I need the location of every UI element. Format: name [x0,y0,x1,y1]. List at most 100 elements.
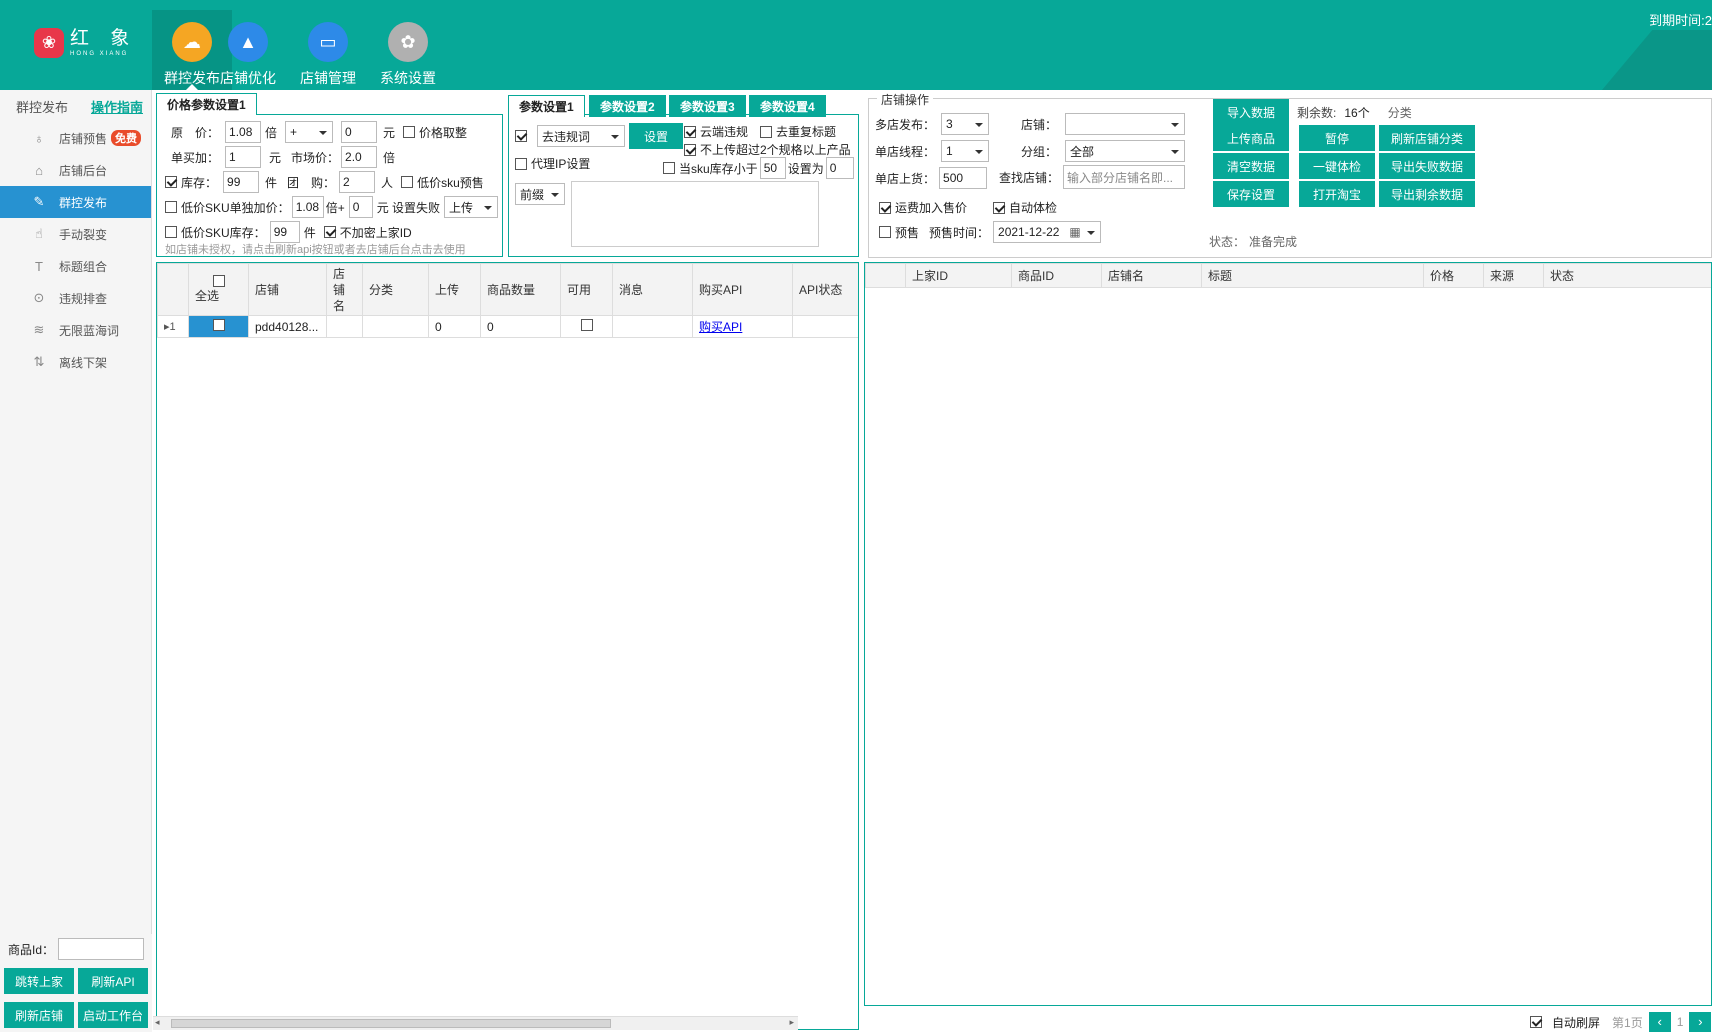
dedupe-title-checkbox[interactable] [760,125,773,138]
remove-words-checkbox[interactable] [515,130,527,142]
skip-multi-sku-checkbox[interactable] [684,143,696,156]
refresh-shop-button[interactable]: 刷新店铺 [4,1002,74,1028]
auto-check-checkbox[interactable] [993,201,1006,214]
refresh-api-button[interactable]: 刷新API [78,968,148,994]
clear-data-button[interactable]: 清空数据 [1213,153,1289,179]
single-upload-input[interactable]: 500 [939,167,988,189]
column-header-buy-api[interactable]: 购买API [692,263,793,316]
import-data-button[interactable]: 导入数据 [1213,99,1289,125]
export-fail-button[interactable]: 导出失败数据 [1379,153,1475,179]
row-checkbox[interactable] [212,319,225,331]
nav-shop-optimize[interactable]: ▲ 店铺优化 [208,10,288,90]
sidebar-item-offline[interactable]: ⇅ 离线下架 [0,346,151,378]
available-checkbox[interactable] [580,319,593,331]
column-header-upload[interactable]: 上传 [428,263,481,316]
presale-checkbox[interactable] [879,226,891,238]
low-sku-price-checkbox[interactable] [165,201,177,213]
column-header-title[interactable]: 标题 [1201,263,1424,288]
proxy-ip-checkbox[interactable] [515,157,527,170]
sidebar-item-presale[interactable]: ♁ 店铺预售 免费 [0,122,151,154]
column-header-category[interactable]: 分类 [362,263,429,316]
column-header-status[interactable]: 状态 [1543,263,1711,288]
round-price-checkbox[interactable] [403,126,416,138]
multi-publish-select[interactable]: 3 [941,113,990,135]
upload-goods-button[interactable]: 上传商品 [1213,125,1289,151]
next-page-button[interactable]: › [1689,1012,1712,1032]
low-sku-stock-checkbox[interactable] [165,226,177,238]
product-id-input[interactable] [58,938,144,960]
sidebar-item-store-backend[interactable]: ⌂ 店铺后台 [0,154,151,186]
low-sku-add-input[interactable]: 0 [348,196,373,218]
thread-select[interactable]: 1 [941,140,990,162]
buy-api-link[interactable]: 购买API [699,320,742,334]
tab-param-1[interactable]: 参数设置1 [508,95,585,117]
column-header-shop[interactable]: 店铺 [248,263,327,316]
sidebar-item-manual-split[interactable]: ☝ 手动裂变 [0,218,151,250]
column-header-goods-count[interactable]: 商品数量 [480,263,561,316]
remove-words-select[interactable]: 去违规词 [537,125,625,147]
sku-stock-min-input[interactable]: 50 [759,157,786,179]
set-button[interactable]: 设置 [629,123,683,149]
presale-date-picker[interactable]: 2021-12-22 ▦ [993,221,1102,243]
sidebar-item-title-combo[interactable]: T 标题组合 [0,250,151,282]
tab-price-params-1[interactable]: 价格参数设置1 [156,93,257,115]
tab-param-4[interactable]: 参数设置4 [749,95,826,117]
jump-upstream-button[interactable]: 跳转上家 [4,968,74,994]
sidebar-item-blue-ocean[interactable]: ≋ 无限蓝海词 [0,314,151,346]
cloud-check-checkbox[interactable] [684,125,696,138]
start-workbench-button[interactable]: 启动工作台 [78,1002,148,1028]
column-header-message[interactable]: 消息 [612,263,693,316]
shop-select[interactable] [1065,113,1186,135]
auto-refresh-checkbox[interactable] [1530,1016,1542,1028]
column-header-available[interactable]: 可用 [560,263,613,316]
refresh-category-button[interactable]: 刷新店铺分类 [1379,125,1475,151]
prefix-select[interactable]: 前缀 [515,183,565,205]
find-shop-input[interactable]: 输入部分店铺名即... [1063,165,1186,189]
column-header-upstream-id[interactable]: 上家ID [905,263,1012,288]
column-header-shop-name[interactable]: 店铺名 [326,263,363,316]
nav-shop-manage[interactable]: ▭ 店铺管理 [288,10,368,90]
stock-input[interactable]: 99 [223,171,260,193]
column-header-shop-name[interactable]: 店铺名 [1101,263,1202,288]
set-to-input[interactable]: 0 [825,157,854,179]
horizontal-scrollbar[interactable]: ◂ ▸ [153,1016,798,1030]
fail-option-select[interactable]: 上传 [444,196,499,218]
sidebar-item-violation-check[interactable]: ⊙ 违规排查 [0,282,151,314]
sidebar-item-group-publish[interactable]: ✎ 群控发布 [0,186,151,218]
single-buy-input[interactable]: 1 [225,146,262,168]
pause-button[interactable]: 暂停 [1299,125,1375,151]
table-row[interactable]: ▸1 pdd40128... 0 0 购买API [157,315,858,338]
sku-stock-checkbox[interactable] [663,162,675,174]
original-price-input[interactable]: 1.08 [225,121,262,143]
scrollbar-thumb[interactable] [171,1019,611,1028]
market-price-input[interactable]: 2.0 [341,146,378,168]
select-all-header[interactable]: 全选 [188,263,249,316]
tab-param-3[interactable]: 参数设置3 [669,95,746,117]
open-taobao-button[interactable]: 打开淘宝 [1299,181,1375,207]
one-click-check-button[interactable]: 一键体检 [1299,153,1375,179]
scroll-left-icon[interactable]: ◂ [155,1017,160,1028]
column-header-api-status[interactable]: API状态 [792,263,858,316]
column-header-source[interactable]: 来源 [1483,263,1544,288]
group-buy-input[interactable]: 2 [339,171,376,193]
column-header-price[interactable]: 价格 [1423,263,1484,288]
nav-system-settings[interactable]: ✿ 系统设置 [368,10,448,90]
low-sku-presale-checkbox[interactable] [401,176,414,188]
freight-checkbox[interactable] [879,201,891,214]
group-select[interactable]: 全部 [1065,140,1186,162]
add-value-input[interactable]: 0 [341,121,378,143]
select-all-checkbox[interactable] [212,275,225,287]
tab-param-2[interactable]: 参数设置2 [589,95,666,117]
stock-checkbox[interactable] [165,176,177,188]
operator-select[interactable]: + [285,121,334,143]
guide-link[interactable]: 操作指南 [91,97,143,116]
prev-page-button[interactable]: ‹ [1648,1012,1671,1032]
low-sku-stock-input[interactable]: 99 [269,221,300,243]
export-remaining-button[interactable]: 导出剩余数据 [1379,181,1475,207]
low-sku-times-input[interactable]: 1.08 [291,196,324,218]
save-settings-button[interactable]: 保存设置 [1213,181,1289,207]
scroll-right-icon[interactable]: ▸ [789,1017,794,1028]
prefix-textarea[interactable] [571,181,819,247]
no-encrypt-checkbox[interactable] [323,226,336,238]
column-header-goods-id[interactable]: 商品ID [1011,263,1102,288]
